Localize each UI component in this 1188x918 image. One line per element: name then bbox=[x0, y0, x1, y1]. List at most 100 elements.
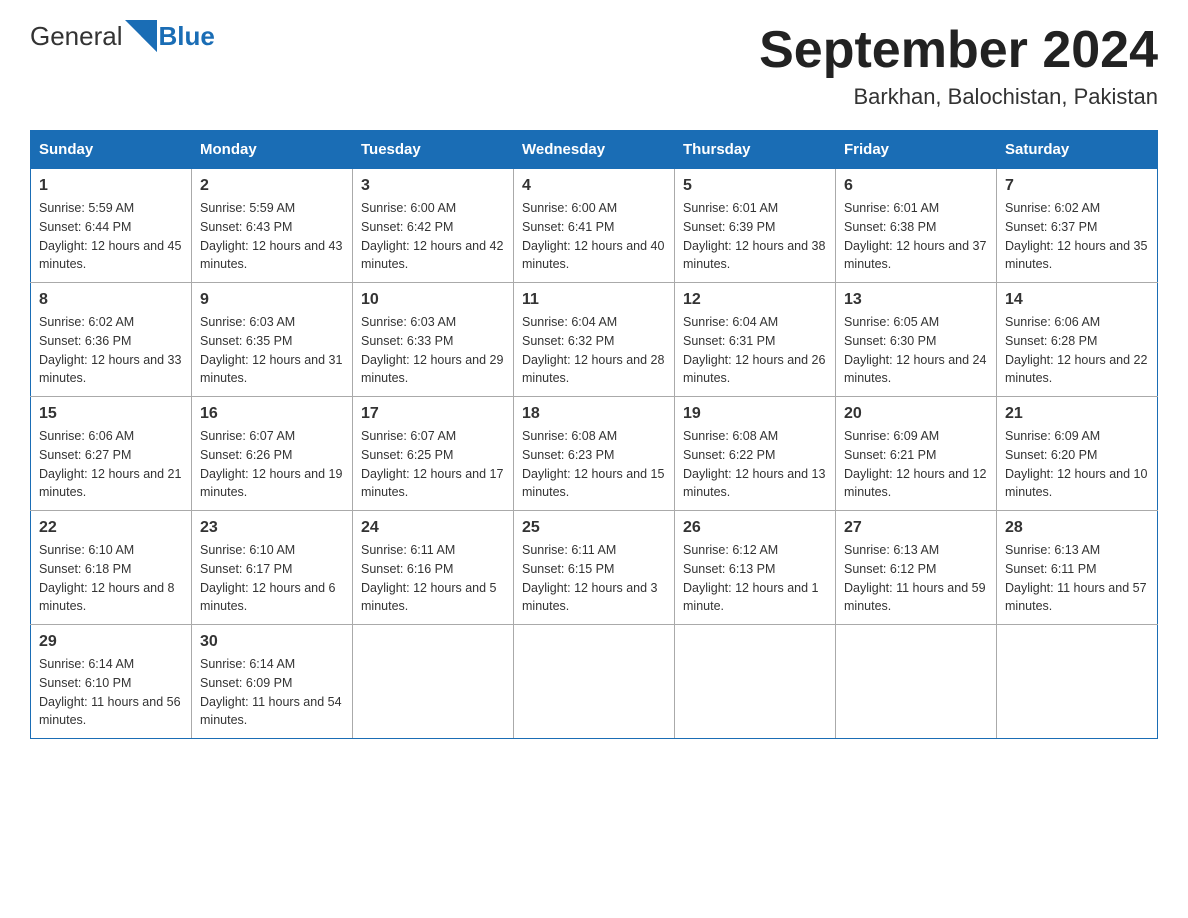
calendar-cell bbox=[353, 625, 514, 739]
calendar-cell bbox=[836, 625, 997, 739]
calendar-cell: 7 Sunrise: 6:02 AMSunset: 6:37 PMDaylight… bbox=[997, 169, 1158, 283]
day-number: 9 bbox=[200, 291, 344, 309]
calendar-cell: 18Sunrise: 6:08 AMSunset: 6:23 PMDayligh… bbox=[514, 397, 675, 511]
day-info: Sunrise: 6:03 AMSunset: 6:33 PMDaylight:… bbox=[361, 313, 505, 388]
day-number: 25 bbox=[522, 519, 666, 537]
calendar-cell: 6 Sunrise: 6:01 AMSunset: 6:38 PMDaylight… bbox=[836, 169, 997, 283]
day-info: Sunrise: 6:04 AMSunset: 6:32 PMDaylight:… bbox=[522, 313, 666, 388]
calendar-cell: 19 Sunrise: 6:08 AMSunset: 6:22 PMDayligh… bbox=[675, 397, 836, 511]
calendar-table: SundayMondayTuesdayWednesdayThursdayFrid… bbox=[30, 130, 1158, 739]
day-info: Sunrise: 5:59 AMSunset: 6:44 PMDaylight:… bbox=[39, 199, 183, 274]
weekday-header-wednesday: Wednesday bbox=[514, 131, 675, 169]
calendar-week-row: 1 Sunrise: 5:59 AMSunset: 6:44 PMDaylight… bbox=[31, 169, 1158, 283]
day-info: Sunrise: 6:09 AMSunset: 6:21 PMDaylight:… bbox=[844, 427, 988, 502]
day-info: Sunrise: 6:05 AMSunset: 6:30 PMDaylight:… bbox=[844, 313, 988, 388]
calendar-week-row: 15Sunrise: 6:06 AMSunset: 6:27 PMDayligh… bbox=[31, 397, 1158, 511]
title-area: September 2024 Barkhan, Balochistan, Pak… bbox=[759, 20, 1158, 110]
day-info: Sunrise: 6:01 AMSunset: 6:39 PMDaylight:… bbox=[683, 199, 827, 274]
calendar-cell: 20 Sunrise: 6:09 AMSunset: 6:21 PMDayligh… bbox=[836, 397, 997, 511]
calendar-cell bbox=[997, 625, 1158, 739]
day-number: 1 bbox=[39, 177, 183, 195]
calendar-cell: 21Sunrise: 6:09 AMSunset: 6:20 PMDayligh… bbox=[997, 397, 1158, 511]
day-number: 13 bbox=[844, 291, 988, 309]
day-number: 24 bbox=[361, 519, 505, 537]
day-number: 7 bbox=[1005, 177, 1149, 195]
day-info: Sunrise: 6:07 AMSunset: 6:26 PMDaylight:… bbox=[200, 427, 344, 502]
day-info: Sunrise: 6:02 AMSunset: 6:37 PMDaylight:… bbox=[1005, 199, 1149, 274]
month-title: September 2024 bbox=[759, 20, 1158, 80]
calendar-cell: 17Sunrise: 6:07 AMSunset: 6:25 PMDayligh… bbox=[353, 397, 514, 511]
day-info: Sunrise: 6:02 AMSunset: 6:36 PMDaylight:… bbox=[39, 313, 183, 388]
calendar-cell: 9Sunrise: 6:03 AMSunset: 6:35 PMDaylight… bbox=[192, 283, 353, 397]
day-info: Sunrise: 6:10 AMSunset: 6:18 PMDaylight:… bbox=[39, 541, 183, 616]
calendar-cell: 24 Sunrise: 6:11 AMSunset: 6:16 PMDayligh… bbox=[353, 511, 514, 625]
weekday-header-sunday: Sunday bbox=[31, 131, 192, 169]
weekday-header-monday: Monday bbox=[192, 131, 353, 169]
calendar-cell: 1 Sunrise: 5:59 AMSunset: 6:44 PMDaylight… bbox=[31, 169, 192, 283]
day-number: 8 bbox=[39, 291, 183, 309]
day-number: 19 bbox=[683, 405, 827, 423]
day-info: Sunrise: 6:10 AMSunset: 6:17 PMDaylight:… bbox=[200, 541, 344, 616]
calendar-cell: 28 Sunrise: 6:13 AMSunset: 6:11 PMDayligh… bbox=[997, 511, 1158, 625]
day-info: Sunrise: 6:09 AMSunset: 6:20 PMDaylight:… bbox=[1005, 427, 1149, 502]
calendar-cell: 12 Sunrise: 6:04 AMSunset: 6:31 PMDayligh… bbox=[675, 283, 836, 397]
day-number: 12 bbox=[683, 291, 827, 309]
day-number: 4 bbox=[522, 177, 666, 195]
day-number: 18 bbox=[522, 405, 666, 423]
weekday-header-tuesday: Tuesday bbox=[353, 131, 514, 169]
calendar-cell: 25Sunrise: 6:11 AMSunset: 6:15 PMDayligh… bbox=[514, 511, 675, 625]
calendar-cell: 23 Sunrise: 6:10 AMSunset: 6:17 PMDayligh… bbox=[192, 511, 353, 625]
day-number: 14 bbox=[1005, 291, 1149, 309]
calendar-week-row: 8 Sunrise: 6:02 AMSunset: 6:36 PMDaylight… bbox=[31, 283, 1158, 397]
location-title: Barkhan, Balochistan, Pakistan bbox=[759, 84, 1158, 110]
day-number: 23 bbox=[200, 519, 344, 537]
calendar-cell: 5 Sunrise: 6:01 AMSunset: 6:39 PMDaylight… bbox=[675, 169, 836, 283]
day-info: Sunrise: 6:13 AMSunset: 6:12 PMDaylight:… bbox=[844, 541, 988, 616]
calendar-cell: 13 Sunrise: 6:05 AMSunset: 6:30 PMDayligh… bbox=[836, 283, 997, 397]
day-info: Sunrise: 6:06 AMSunset: 6:28 PMDaylight:… bbox=[1005, 313, 1149, 388]
logo: General Blue bbox=[30, 20, 215, 52]
day-info: Sunrise: 6:08 AMSunset: 6:22 PMDaylight:… bbox=[683, 427, 827, 502]
day-info: Sunrise: 6:14 AMSunset: 6:10 PMDaylight:… bbox=[39, 655, 183, 730]
day-number: 22 bbox=[39, 519, 183, 537]
day-info: Sunrise: 6:14 AMSunset: 6:09 PMDaylight:… bbox=[200, 655, 344, 730]
calendar-cell: 14 Sunrise: 6:06 AMSunset: 6:28 PMDayligh… bbox=[997, 283, 1158, 397]
day-number: 10 bbox=[361, 291, 505, 309]
calendar-header-row: SundayMondayTuesdayWednesdayThursdayFrid… bbox=[31, 131, 1158, 169]
calendar-cell: 22 Sunrise: 6:10 AMSunset: 6:18 PMDayligh… bbox=[31, 511, 192, 625]
logo-icon bbox=[125, 20, 157, 52]
day-info: Sunrise: 6:01 AMSunset: 6:38 PMDaylight:… bbox=[844, 199, 988, 274]
calendar-cell: 15Sunrise: 6:06 AMSunset: 6:27 PMDayligh… bbox=[31, 397, 192, 511]
day-info: Sunrise: 6:06 AMSunset: 6:27 PMDaylight:… bbox=[39, 427, 183, 502]
day-info: Sunrise: 6:13 AMSunset: 6:11 PMDaylight:… bbox=[1005, 541, 1149, 616]
day-info: Sunrise: 6:04 AMSunset: 6:31 PMDaylight:… bbox=[683, 313, 827, 388]
day-number: 11 bbox=[522, 291, 666, 309]
calendar-cell: 30Sunrise: 6:14 AMSunset: 6:09 PMDayligh… bbox=[192, 625, 353, 739]
day-info: Sunrise: 5:59 AMSunset: 6:43 PMDaylight:… bbox=[200, 199, 344, 274]
calendar-cell: 10 Sunrise: 6:03 AMSunset: 6:33 PMDayligh… bbox=[353, 283, 514, 397]
day-number: 3 bbox=[361, 177, 505, 195]
day-info: Sunrise: 6:11 AMSunset: 6:16 PMDaylight:… bbox=[361, 541, 505, 616]
day-info: Sunrise: 6:00 AMSunset: 6:42 PMDaylight:… bbox=[361, 199, 505, 274]
day-number: 26 bbox=[683, 519, 827, 537]
day-number: 5 bbox=[683, 177, 827, 195]
calendar-cell: 3 Sunrise: 6:00 AMSunset: 6:42 PMDaylight… bbox=[353, 169, 514, 283]
day-number: 27 bbox=[844, 519, 988, 537]
day-number: 29 bbox=[39, 633, 183, 651]
day-info: Sunrise: 6:00 AMSunset: 6:41 PMDaylight:… bbox=[522, 199, 666, 274]
calendar-cell: 2Sunrise: 5:59 AMSunset: 6:43 PMDaylight… bbox=[192, 169, 353, 283]
calendar-cell: 8 Sunrise: 6:02 AMSunset: 6:36 PMDaylight… bbox=[31, 283, 192, 397]
logo-text-general: General bbox=[30, 21, 123, 52]
day-number: 6 bbox=[844, 177, 988, 195]
weekday-header-thursday: Thursday bbox=[675, 131, 836, 169]
day-number: 20 bbox=[844, 405, 988, 423]
calendar-cell bbox=[675, 625, 836, 739]
weekday-header-saturday: Saturday bbox=[997, 131, 1158, 169]
page-header: General Blue September 2024 Barkhan, Bal… bbox=[30, 20, 1158, 110]
calendar-week-row: 29 Sunrise: 6:14 AMSunset: 6:10 PMDayligh… bbox=[31, 625, 1158, 739]
calendar-cell: 29 Sunrise: 6:14 AMSunset: 6:10 PMDayligh… bbox=[31, 625, 192, 739]
day-info: Sunrise: 6:12 AMSunset: 6:13 PMDaylight:… bbox=[683, 541, 827, 616]
day-number: 28 bbox=[1005, 519, 1149, 537]
calendar-cell: 4 Sunrise: 6:00 AMSunset: 6:41 PMDaylight… bbox=[514, 169, 675, 283]
logo-text-blue: Blue bbox=[159, 21, 215, 52]
